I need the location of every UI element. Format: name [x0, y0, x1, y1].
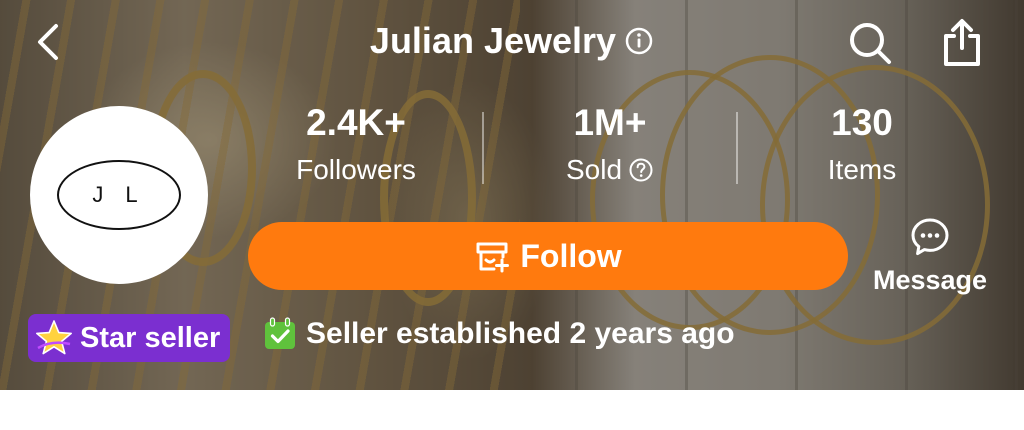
store-banner: Julian Jewelry J L 2.4K+ Followers 1M+ S… [0, 0, 1024, 390]
stat-divider [736, 112, 738, 184]
star-seller-label: Star seller [80, 321, 221, 354]
calendar-check-icon [265, 317, 295, 349]
store-title: Julian Jewelry [369, 20, 617, 61]
message-label: Message [872, 265, 988, 295]
message-button[interactable]: Message [864, 216, 996, 296]
stat-value: 2.4K+ [306, 102, 406, 143]
follow-button[interactable]: Follow [248, 222, 848, 290]
search-icon [850, 23, 891, 64]
stat-label-text: Items [827, 154, 897, 185]
stat-divider [482, 112, 484, 184]
stat-label-text: Followers [296, 154, 416, 185]
search-button[interactable] [842, 18, 898, 68]
stat-label-text: Sold [565, 154, 623, 185]
stat-value: 1M+ [573, 102, 647, 143]
share-button[interactable] [934, 16, 990, 70]
stat-label: Followers [246, 150, 466, 190]
stat-label: Sold [500, 150, 720, 190]
store-avatar[interactable]: J L [30, 106, 208, 284]
store-add-icon [476, 242, 510, 273]
share-icon [944, 19, 980, 66]
established-label: Seller established 2 years ago [306, 317, 735, 350]
seller-established: Seller established 2 years ago [262, 316, 735, 352]
stat-label: Items [752, 150, 972, 190]
store-logo: J L [57, 160, 181, 230]
star-icon [36, 320, 72, 355]
star-seller-badge[interactable]: Star seller [28, 314, 231, 362]
stat-value: 130 [831, 102, 893, 143]
stat-sold[interactable]: 1M+ Sold [500, 100, 720, 190]
question-circle-icon[interactable] [628, 157, 654, 183]
chat-bubble-icon [911, 218, 949, 256]
stat-followers[interactable]: 2.4K+ Followers [246, 100, 466, 190]
info-icon[interactable] [624, 26, 654, 56]
follow-label: Follow [520, 237, 622, 274]
stat-items[interactable]: 130 Items [752, 100, 972, 190]
